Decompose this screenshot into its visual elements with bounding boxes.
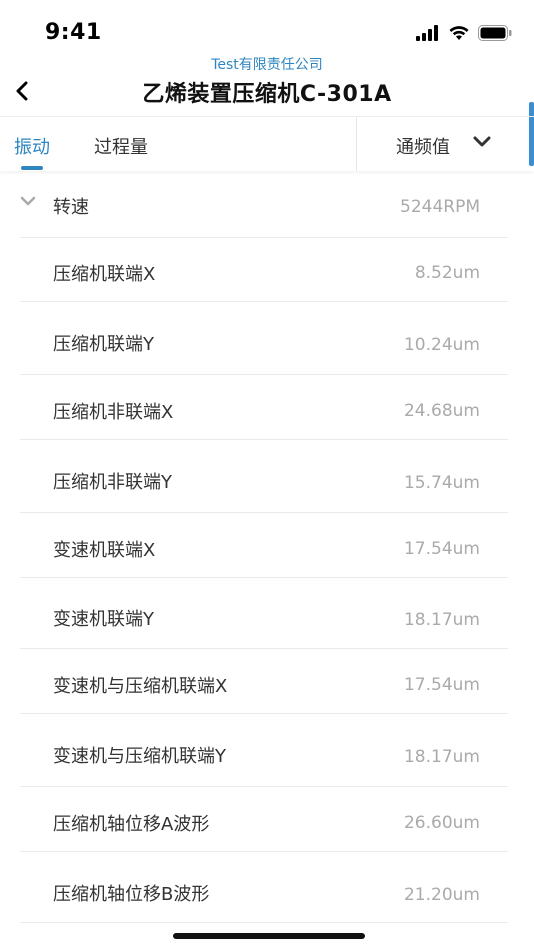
list-item[interactable]: 压缩机非联端Y 15.74um (20, 440, 508, 513)
item-label: 压缩机非联端X (53, 402, 174, 423)
item-label: 压缩机轴位移B波形 (53, 884, 210, 905)
battery-icon (478, 25, 512, 41)
home-indicator (173, 933, 365, 939)
item-value: 10.24um (403, 335, 480, 355)
item-label: 压缩机轴位移A波形 (53, 814, 210, 835)
item-value: 18.17um (403, 747, 480, 767)
item-value: 17.54um (403, 675, 480, 695)
item-value: 21.20um (403, 885, 480, 905)
tab-process[interactable]: 过程量 (94, 133, 148, 159)
chevron-down-icon (473, 136, 491, 147)
status-bar: 9:41 (0, 0, 534, 56)
list-item[interactable]: 变速机联端X 17.54um (20, 513, 508, 578)
list-item[interactable]: 变速机联端Y 18.17um (20, 578, 508, 649)
chevron-left-icon (16, 81, 28, 101)
active-tab-indicator (21, 166, 43, 170)
item-value: 24.68um (403, 401, 480, 421)
item-label: 变速机联端Y (53, 609, 154, 630)
speed-group-header[interactable]: 转速 5244RPM (20, 171, 508, 238)
item-value: 18.17um (403, 610, 480, 630)
item-label: 变速机与压缩机联端Y (53, 746, 226, 767)
wifi-icon (449, 26, 469, 40)
list-item[interactable]: 压缩机联端Y 10.24um (20, 302, 508, 375)
chevron-down-icon[interactable] (20, 195, 36, 207)
list-item[interactable]: 压缩机联端X 8.52um (20, 237, 508, 302)
status-time: 9:41 (45, 20, 102, 45)
list-item[interactable]: 压缩机轴位移B波形 21.20um (20, 852, 508, 923)
item-label: 压缩机联端Y (53, 334, 154, 355)
list-item[interactable]: 变速机与压缩机联端X 17.54um (20, 649, 508, 714)
item-value: 26.60um (403, 813, 480, 833)
tab-bar: 振动 过程量 通频值 (0, 116, 534, 171)
item-value: 17.54um (403, 539, 480, 559)
dropdown-selected-value: 通频值 (396, 137, 450, 158)
tab-vibration[interactable]: 振动 (14, 133, 50, 159)
speed-value: 5244RPM (400, 197, 480, 217)
page-title: 乙烯装置压缩机C-301A (142, 82, 392, 107)
company-name: Test有限责任公司 (211, 57, 323, 73)
list-item[interactable]: 压缩机非联端X 24.68um (20, 375, 508, 440)
item-label: 变速机联端X (53, 540, 156, 561)
list-item[interactable]: 变速机与压缩机联端Y 18.17um (20, 714, 508, 787)
back-button[interactable] (8, 74, 36, 108)
item-value: 8.52um (414, 263, 480, 283)
cellular-signal-icon (416, 25, 438, 41)
item-label: 压缩机非联端Y (53, 472, 172, 493)
list-item[interactable]: 压缩机轴位移A波形 26.60um (20, 787, 508, 852)
speed-label: 转速 (53, 197, 89, 218)
status-icons (416, 22, 512, 44)
value-type-dropdown[interactable]: 通频值 (357, 117, 534, 171)
item-value: 15.74um (403, 473, 480, 493)
item-label: 变速机与压缩机联端X (53, 676, 228, 697)
item-label: 压缩机联端X (53, 264, 156, 285)
nav-header: Test有限责任公司 乙烯装置压缩机C-301A (0, 52, 534, 166)
